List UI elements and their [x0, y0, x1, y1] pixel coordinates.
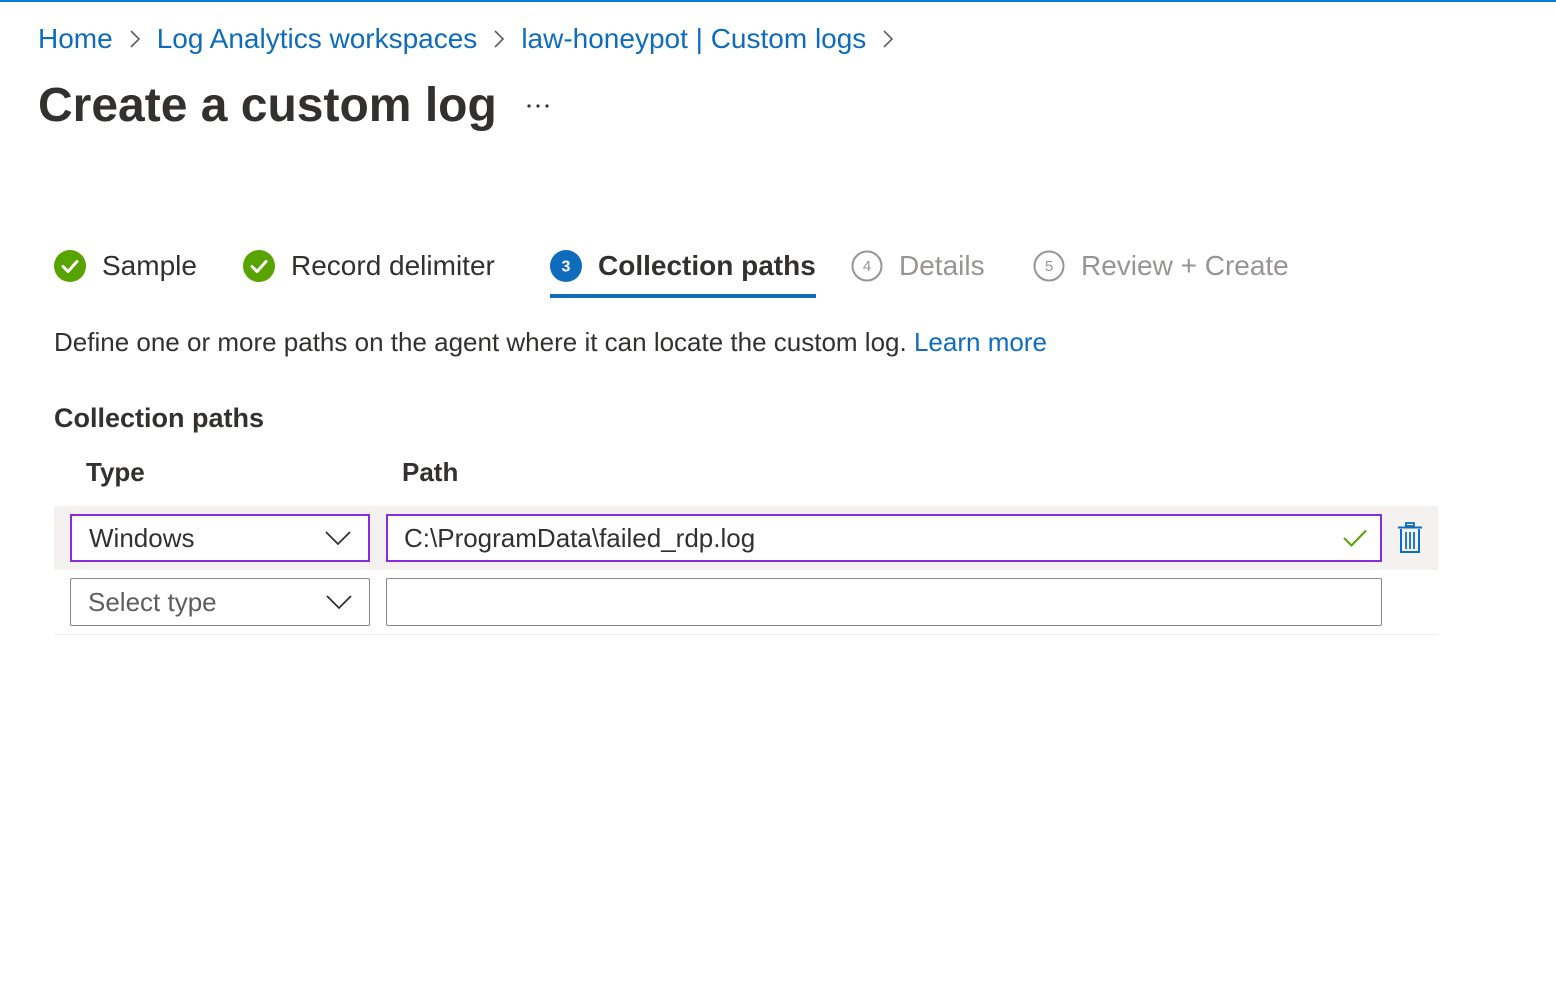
table-row: Select type — [54, 572, 1438, 635]
chevron-down-icon — [326, 595, 352, 610]
tab-record-delimiter[interactable]: Record delimiter — [243, 240, 495, 292]
breadcrumb-custom-logs-link[interactable]: law-honeypot | Custom logs — [521, 23, 866, 55]
description: Define one or more paths on the agent wh… — [54, 322, 1047, 362]
tab-collection-paths[interactable]: 3 Collection paths — [550, 240, 816, 298]
svg-text:4: 4 — [863, 258, 871, 275]
tab-details-label: Details — [899, 250, 985, 281]
column-header-path: Path — [402, 457, 459, 487]
learn-more-link[interactable]: Learn more — [914, 327, 1047, 357]
tab-sample[interactable]: Sample — [54, 240, 197, 292]
path-input-value: C:\ProgramData\failed_rdp.log — [404, 522, 756, 553]
check-circle-icon — [243, 250, 275, 282]
tab-collection-paths-label: Collection paths — [598, 250, 816, 281]
tab-record-delimiter-label: Record delimiter — [291, 250, 495, 281]
step-number-badge: 3 — [550, 250, 582, 282]
chevron-right-icon — [113, 29, 157, 49]
path-input[interactable] — [386, 578, 1382, 626]
top-accent-line — [0, 0, 1556, 2]
breadcrumb: Home Log Analytics workspaces law-honeyp… — [38, 20, 910, 58]
chevron-right-icon — [477, 29, 521, 49]
tab-review-create-label: Review + Create — [1081, 250, 1289, 281]
breadcrumb-home-link[interactable]: Home — [38, 23, 113, 55]
column-header-type: Type — [86, 457, 145, 487]
checkmark-icon — [1343, 529, 1367, 547]
trash-icon[interactable] — [1392, 520, 1428, 556]
step-number-badge: 5 — [1033, 250, 1065, 282]
section-title: Collection paths — [54, 403, 265, 433]
description-text: Define one or more paths on the agent wh… — [54, 327, 907, 357]
tab-review-create[interactable]: 5 Review + Create — [1033, 240, 1289, 292]
step-number-badge: 4 — [851, 250, 883, 282]
check-circle-icon — [54, 250, 86, 282]
tab-sample-label: Sample — [102, 250, 197, 281]
breadcrumb-workspaces-link[interactable]: Log Analytics workspaces — [157, 23, 478, 55]
page-title: Create a custom log — [38, 79, 497, 132]
path-input[interactable]: C:\ProgramData\failed_rdp.log — [386, 514, 1382, 562]
type-dropdown-value: Windows — [89, 522, 195, 553]
tab-details[interactable]: 4 Details — [851, 240, 985, 292]
active-tab-indicator — [550, 294, 816, 298]
type-dropdown-placeholder: Select type — [88, 586, 217, 617]
chevron-right-icon — [866, 29, 910, 49]
type-dropdown[interactable]: Windows — [70, 514, 370, 562]
chevron-down-icon — [325, 531, 351, 546]
svg-text:3: 3 — [562, 259, 571, 276]
table-row: Windows C:\ProgramData\failed_rdp.log — [54, 506, 1438, 570]
more-icon[interactable] — [522, 90, 554, 122]
type-dropdown[interactable]: Select type — [70, 578, 370, 626]
svg-text:5: 5 — [1045, 258, 1053, 275]
